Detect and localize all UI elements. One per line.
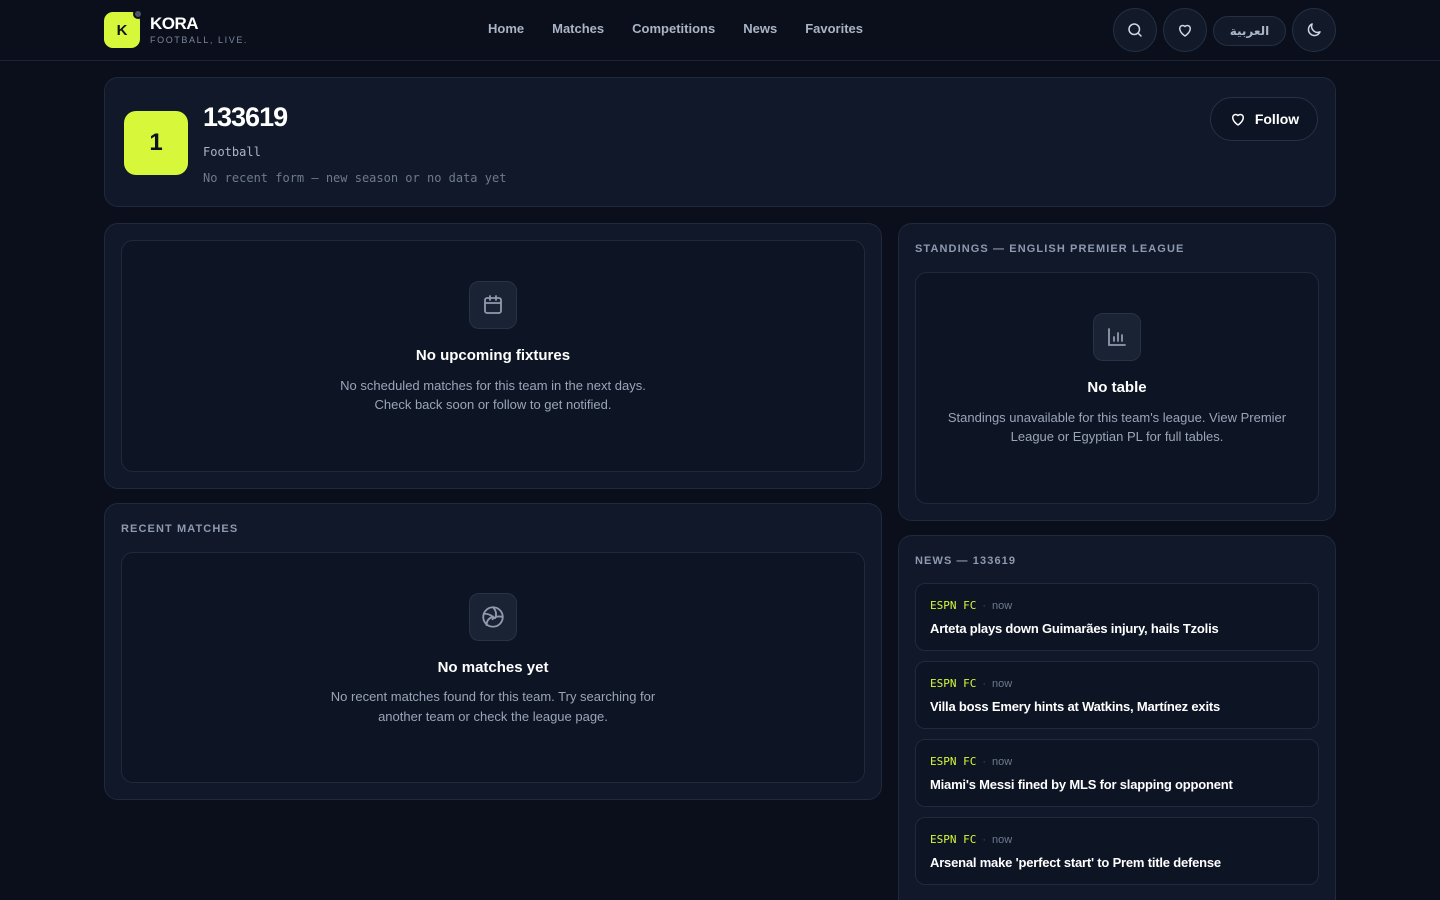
news-title: Villa boss Emery hints at Watkins, Martí… [930,699,1221,714]
news-source: ESPN FC [930,755,977,768]
team-header-card: 1 133619 Football No recent form — new s… [104,77,1336,207]
news-title: Miami's Messi fined by MLS for slapping … [930,777,1233,792]
favorites-button[interactable] [1163,8,1207,52]
search-icon [1128,23,1142,37]
news-time: now [992,833,1013,846]
heart-icon [1231,113,1244,126]
separator-dot: · [982,833,987,846]
nav-matches[interactable]: Matches [552,21,604,36]
nav-competitions[interactable]: Competitions [632,21,715,36]
news-source: ESPN FC [930,833,977,846]
nav-favorites[interactable]: Favorites [805,21,863,36]
logo-letter: K [116,21,128,39]
search-button[interactable] [1113,8,1157,52]
standings-empty-desc-2: League or Egyptian PL for full tables. [1010,429,1224,444]
news-time: now [992,599,1013,612]
logo-status-dot [133,9,143,19]
brand-name: KORA [150,14,199,33]
news-time: now [992,755,1013,768]
team-sport: Football [203,145,261,159]
fixtures-empty-state: No upcoming fixtures No scheduled matche… [121,240,865,472]
recent-empty-desc-1: No recent matches found for this team. T… [330,689,656,704]
standings-empty-desc-1: Standings unavailable for this team's le… [947,410,1287,425]
brand-tagline: FOOTBALL, LIVE. [150,35,249,45]
standings-card: STANDINGS — ENGLISH PREMIER LEAGUE No ta… [898,223,1336,521]
fixtures-empty-desc-2: Check back soon or follow to get notifie… [374,397,612,412]
fixtures-empty-title: No upcoming fixtures [415,347,571,364]
nav-news[interactable]: News [743,21,777,36]
news-item[interactable]: ESPN FC · now Miami's Messi fined by MLS… [915,739,1319,807]
team-name: 133619 [203,102,288,132]
news-source: ESPN FC [930,599,977,612]
bar-chart-icon [1093,313,1141,361]
team-form-text: No recent form — new season or no data y… [203,171,507,185]
news-item[interactable]: ESPN FC · now Arsenal make 'perfect star… [915,817,1319,885]
news-item[interactable]: ESPN FC · now Villa boss Emery hints at … [915,661,1319,729]
fixtures-card: No upcoming fixtures No scheduled matche… [104,223,882,489]
recent-matches-card: RECENT MATCHES No matches yet No recent … [104,503,882,800]
news-card: NEWS — 133619 ESPN FC · now Arteta plays… [898,535,1336,900]
standings-heading: STANDINGS — ENGLISH PREMIER LEAGUE [915,243,1185,255]
news-source: ESPN FC [930,677,977,690]
recent-empty-desc-2: another team or check the league page. [378,709,608,724]
news-time: now [992,677,1013,690]
news-item[interactable]: ESPN FC · now Arteta plays down Guimarãe… [915,583,1319,651]
logo: K [104,9,143,48]
standings-empty-state: No table Standings unavailable for this … [915,272,1319,504]
follow-button[interactable]: Follow [1210,97,1318,141]
recent-empty-state: No matches yet No recent matches found f… [121,552,865,783]
brand[interactable]: K KORA FOOTBALL, LIVE. [104,9,249,48]
standings-empty-title: No table [1087,379,1147,396]
football-icon [469,593,517,641]
calendar-icon [469,281,517,329]
separator-dot: · [982,677,987,690]
moon-icon [1307,23,1321,37]
theme-toggle-button[interactable] [1292,8,1336,52]
recent-empty-title: No matches yet [437,659,549,676]
separator-dot: · [982,599,987,612]
team-crest: 1 [124,111,188,175]
follow-label: Follow [1254,111,1300,127]
news-heading: NEWS — 133619 [915,555,1017,567]
fixtures-empty-desc-1: No scheduled matches for this team in th… [340,378,646,393]
separator-dot: · [982,755,987,768]
language-toggle[interactable]: العربية [1213,16,1286,46]
nav-home[interactable]: Home [488,21,524,36]
news-title: Arsenal make 'perfect start' to Prem tit… [930,855,1221,870]
heart-icon [1179,24,1191,37]
main-nav: Home Matches Competitions News Favorites [488,21,863,36]
news-title: Arteta plays down Guimarães injury, hail… [930,621,1219,636]
recent-matches-heading: RECENT MATCHES [121,523,239,535]
top-bar: K KORA FOOTBALL, LIVE. Home Matches Comp… [0,0,1440,61]
